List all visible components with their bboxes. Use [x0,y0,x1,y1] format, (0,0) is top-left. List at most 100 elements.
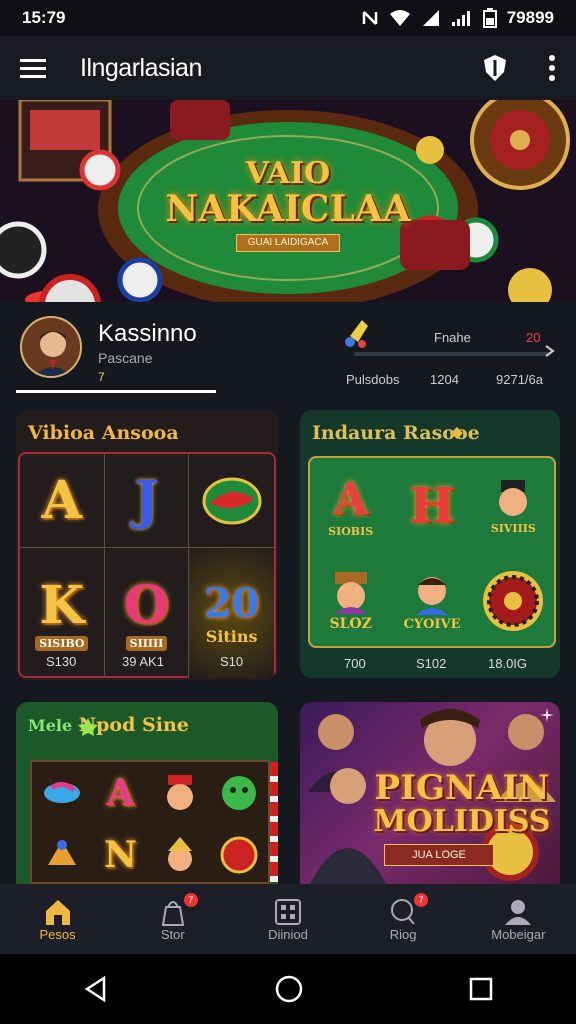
card1-value-1: S130 [46,654,77,669]
slot-icon-fish [32,762,91,824]
home-icon [45,899,70,925]
battery-text: 79899 [506,8,554,27]
card1-title: Vibioa Ansooa [28,422,179,444]
nav-label-chat: Riog [389,926,417,942]
app-title: Ilngarlasian [80,53,202,82]
shield-icon[interactable] [482,54,508,82]
profile-subtitle: Pascane [98,350,153,366]
slot-label-3: Sitins [205,627,258,646]
signal-bars-icon [451,11,470,26]
profile-section: Kassinno Pascane 7 Fnahe 20 Pulsdobs 120… [0,302,576,402]
profile-name: Kassinno [98,320,197,347]
nav-label-store: Stor [160,926,185,942]
hero-headline-line2: NAKAICLAA [165,188,411,230]
character-icon [499,479,528,516]
slot-symbol-k: K [39,575,85,636]
hero-banner-ribbon: GUAI LAIDIGACA [236,234,340,252]
slot-icon-goblin [209,762,268,824]
system-navigation-bar [0,954,576,1024]
slot-cell-roulette [473,554,554,648]
nav-label-profile: Mobeigar [491,926,546,942]
profile-underline [16,390,216,393]
nav-item-store[interactable]: 7 Stor [118,892,228,942]
slot-symbol-a-small: A [106,772,135,814]
avatar[interactable] [20,316,82,378]
card3-slot-grid: A N [30,760,270,884]
diamond-icon [451,427,463,439]
menu-icon[interactable] [20,57,46,79]
slot-symbol-a-green: A [333,474,368,525]
bottom-navigation: Pesos 7 Stor Diiniod 7 Riog Mobeigar [0,884,576,954]
slot-label-siviiis: SIVIIIS [490,521,536,535]
slot-symbol-20: 20 [203,580,260,627]
user-icon [505,899,532,925]
battery-icon [482,8,497,28]
card1-slot-grid: A J K SISIBO O SIIIII 20 Sitins [18,452,276,678]
slot-label-1: SISIBO [35,636,89,651]
stats-value-2: 1204 [430,372,459,387]
slot-label-cyoive: CYOIVE [403,616,461,632]
card3-title: Mele Npod Sine [28,714,189,736]
status-time: 15:79 [22,8,66,27]
home-circle-icon[interactable] [274,974,304,1004]
profile-meta: 7 [98,370,105,384]
hero-headline: VAIO NAKAICLAA [160,158,416,230]
stats-value-3: 9271/6a [496,372,543,387]
card3-title-prefix: Mele [28,716,73,735]
cowgirl-icon [334,572,367,614]
slot-symbol-h: H [409,478,455,534]
person-avatar-icon [22,318,80,376]
card2-slot-grid: A SIOBIS H SIVIIIS SLOZ CYOIVE [308,456,556,648]
card1-value-3: S10 [220,654,244,669]
signal-icon [422,10,439,26]
roulette-icon [483,571,544,631]
more-icon[interactable] [548,55,556,81]
slot-icon-coin [209,824,268,884]
game-card-indaura[interactable]: Indaura Rasooe A SIOBIS H SIVIIIS SLOZ C… [300,410,560,678]
sparkle-icon [540,708,554,722]
recents-icon[interactable] [468,976,494,1002]
card1-value-2: 39 AK1 [122,654,164,669]
kid-icon [415,576,448,615]
slot-symbol-lips [189,454,274,548]
card4-headline-line1: PIGNAIN [374,768,550,808]
nav-item-chat[interactable]: 7 Riog [348,892,458,942]
app-bar: Ilngarlasian [0,36,576,100]
slot-label-siobis: SIOBIS [328,525,374,538]
nav-item-grid[interactable]: Diiniod [233,897,343,942]
game-card-pignain[interactable]: PIGNAIN MOLIDISS JUA LOGE [300,702,560,884]
slot-cell-a-green: A SIOBIS [310,458,391,554]
game-card-vibioa[interactable]: Vibioa Ansooa A J K SISIBO O SIIIII 20 S… [16,410,278,680]
slot-label-2: SIIIII [125,636,168,651]
nav-item-home[interactable]: Pesos [3,897,113,942]
card2-value-3: 18.0IG [488,656,528,671]
wifi-icon [389,10,410,26]
slot-label-sloz: SLOZ [329,616,372,632]
slot-cell-character: SIVIIIS [473,458,554,554]
slot-icon-jester [150,824,209,884]
stats-progress-track [354,352,550,356]
lips-icon [202,477,262,524]
nfc-icon [362,11,377,25]
card4-headline: PIGNAIN MOLIDISS [364,770,560,838]
nav-label-home: Pesos [39,926,76,942]
slot-cell-slot-girl: SLOZ [310,554,391,648]
stats-label-right: 20 [526,330,541,345]
chevron-right-icon[interactable] [544,344,556,358]
card2-value-1: 700 [344,656,366,671]
slot-symbol-o: O [123,575,170,636]
nav-item-profile[interactable]: Mobeigar [463,897,573,942]
status-bar: 15:79 79899 [0,0,576,36]
back-icon[interactable] [82,975,110,1003]
slot-icon-cake [32,824,91,884]
slot-cell-kid: CYOIVE [391,554,472,648]
hero-banner[interactable]: VAIO NAKAICLAA GUAI LAIDIGACA [0,100,576,302]
grid-icon [274,898,301,925]
card4-banner: JUA LOGE [384,844,494,866]
slot-symbol-n-small: N [104,834,137,876]
star-icon [78,718,98,736]
card3-chip-edge [270,762,278,882]
card4-headline-line2: MOLIDISS [373,804,551,839]
game-card-npod[interactable]: Mele Npod Sine A N [16,702,278,884]
nav-label-grid: Diiniod [268,926,308,942]
